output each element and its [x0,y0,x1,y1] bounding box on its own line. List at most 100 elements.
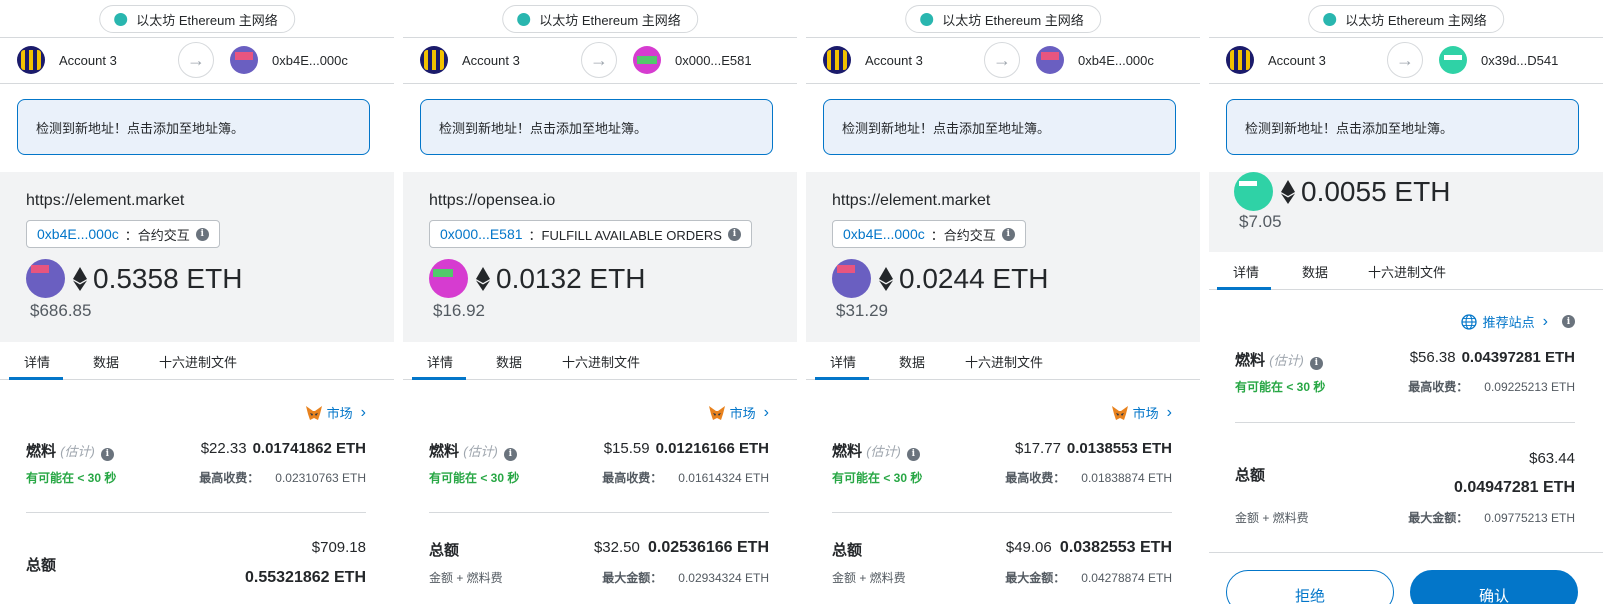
info-icon[interactable]: i [1562,315,1575,328]
tab-bar: 详情 数据 十六进制文件 [403,342,797,380]
network-selector[interactable]: 以太坊 Ethereum 主网络 [1308,5,1504,33]
recommended-site-link[interactable]: 推荐站点 › i [1461,312,1575,331]
estimate-label: (估计) [866,444,901,459]
divider [429,512,769,513]
total-usd: $709.18 [311,539,366,556]
amount-value: 0.0132 ETH [496,262,646,294]
amount-plus-gas-label: 金额 + 燃料费 [1235,511,1309,525]
tab-hex[interactable]: 十六进制文件 [159,352,237,371]
tab-data[interactable]: 数据 [899,352,925,371]
amount-usd: $16.92 [433,301,485,320]
max-amount: 最大金额： 0.09775213 ETH [1408,509,1575,526]
max-fee-value: 0.01614324 ETH [678,471,769,485]
method-badge[interactable]: 0xb4E...000c ：合约交互 i [832,220,1026,248]
total-value: $32.50 0.02536166 ETH [594,539,769,557]
chevron-right-icon: › [1166,403,1172,421]
likely-time: 有可能在 < 30 秒 [429,471,520,485]
from-account-name: Account 3 [59,52,117,68]
to-account[interactable]: 0x000...E581 [633,46,752,74]
from-account[interactable]: Account 3 [17,46,117,74]
tab-hex[interactable]: 十六进制文件 [562,352,640,371]
estimate-label: (估计) [60,444,95,459]
max-fee-value: 0.02310763 ETH [275,471,366,485]
account-row: Account 3 → 0x39d...D541 [1209,38,1603,84]
active-tab-indicator [9,377,63,380]
reject-button[interactable]: 拒绝 [1226,570,1394,604]
to-account[interactable]: 0xb4E...000c [1036,46,1154,74]
market-link[interactable]: 市场 › [708,403,769,422]
gas-fee-usd: $15.59 [603,440,650,457]
market-link[interactable]: 市场 › [1111,403,1172,422]
tab-hex[interactable]: 十六进制文件 [1368,262,1446,281]
tab-data[interactable]: 数据 [1302,262,1328,281]
to-account[interactable]: 0xb4E...000c [230,46,348,74]
tab-details[interactable]: 详情 [24,352,50,371]
tab-bar: 详情 数据 十六进制文件 [1209,252,1603,290]
divider [832,512,1172,513]
from-account[interactable]: Account 3 [823,46,923,74]
estimate-label: (估计) [1269,353,1304,368]
info-icon[interactable]: i [727,227,741,241]
confirm-label: 确认 [1478,588,1509,604]
account-row: Account 3 → 0x000...E581 [403,38,797,84]
method-badge[interactable]: 0xb4E...000c ：合约交互 i [26,220,220,248]
info-icon[interactable]: i [1001,227,1015,241]
ethereum-icon [73,266,87,291]
from-account[interactable]: Account 3 [1226,46,1326,74]
recipient-avatar-icon [633,46,661,74]
to-address: 0x000...E581 [675,52,752,68]
active-tab-indicator [412,377,466,380]
contract-avatar-icon [26,259,65,298]
arrow-right-icon: → [984,42,1020,78]
arrow-right-icon: → [1387,42,1423,78]
network-selector[interactable]: 以太坊 Ethereum 主网络 [99,5,295,33]
tab-data[interactable]: 数据 [93,352,119,371]
network-selector[interactable]: 以太坊 Ethereum 主网络 [905,5,1101,33]
market-link[interactable]: 市场 › [305,403,366,422]
tab-hex[interactable]: 十六进制文件 [965,352,1043,371]
contract-address-link[interactable]: 0xb4E...000c [843,226,925,242]
origin-url: https://opensea.io [429,192,556,209]
new-address-banner[interactable]: 检测到新地址！点击添加至地址簿。 [420,99,773,155]
network-label: 以太坊 Ethereum 主网络 [942,12,1084,28]
from-account[interactable]: Account 3 [420,46,520,74]
network-dot-icon [920,12,934,26]
new-address-banner[interactable]: 检测到新地址！点击添加至地址簿。 [823,99,1176,155]
new-address-banner[interactable]: 检测到新地址！点击添加至地址簿。 [1226,99,1579,155]
info-icon[interactable]: i [906,447,920,461]
tab-data[interactable]: 数据 [496,352,522,371]
to-address: 0x39d...D541 [1481,52,1559,68]
tab-details[interactable]: 详情 [427,352,453,371]
info-icon[interactable]: i [1309,356,1323,370]
info-icon[interactable]: i [195,227,209,241]
tab-details[interactable]: 详情 [830,352,856,371]
max-fee: 最高收费： 0.01614324 ETH [602,469,769,486]
max-fee: 最高收费： 0.02310763 ETH [199,469,366,486]
tab-bar: 详情 数据 十六进制文件 [0,342,394,380]
amount-row: 0.0244 ETH [832,259,1048,298]
method-badge[interactable]: 0x000...E581 ：FULFILL AVAILABLE ORDERS i [429,220,752,248]
method-name: ：FULFILL AVAILABLE ORDERS [528,227,722,243]
network-selector[interactable]: 以太坊 Ethereum 主网络 [502,5,698,33]
contract-address-link[interactable]: 0xb4E...000c [37,226,119,242]
max-amount: 最大金额： 0.04278874 ETH [1005,569,1172,586]
contract-address-link[interactable]: 0x000...E581 [440,226,523,242]
confirm-button[interactable]: 确认 [1410,570,1578,604]
info-icon[interactable]: i [503,447,517,461]
new-address-banner[interactable]: 检测到新地址！点击添加至地址簿。 [17,99,370,155]
origin-url: https://element.market [26,192,185,209]
transaction-summary: https://opensea.io 0x000...E581 ：FULFILL … [403,172,797,342]
total-label: 总额 [429,542,460,559]
to-account[interactable]: 0x39d...D541 [1439,46,1558,74]
gas-fee-value: $15.59 0.01216166 ETH [604,440,769,457]
arrow-right-icon: → [178,42,214,78]
from-account-name: Account 3 [1268,52,1326,68]
info-icon[interactable]: i [100,447,114,461]
max-fee: 最高收费： 0.09225213 ETH [1408,378,1575,395]
gas-fee-eth: 0.0138553 ETH [1066,440,1172,457]
tab-details[interactable]: 详情 [1233,262,1259,281]
origin-url: https://element.market [832,192,991,209]
amount-usd: $7.05 [1239,212,1282,231]
ethereum-icon [879,266,893,291]
likely-time: 有可能在 < 30 秒 [832,471,923,485]
